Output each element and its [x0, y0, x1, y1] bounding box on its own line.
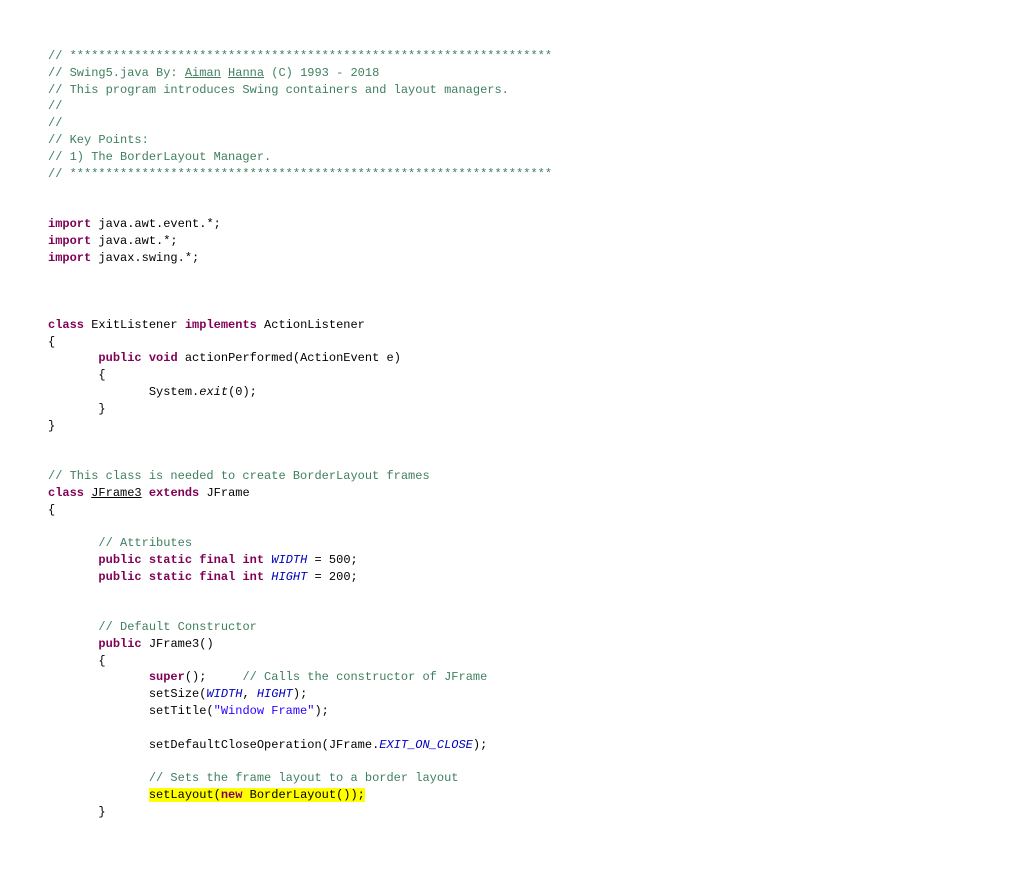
code: setTitle( — [149, 704, 214, 718]
brace: } — [98, 805, 105, 819]
brace: } — [48, 419, 55, 433]
keyword-static: static — [149, 553, 192, 567]
keyword-implements: implements — [185, 318, 257, 332]
code: (0); — [228, 385, 257, 399]
brace: { — [98, 654, 105, 668]
comment-line: // Key Points: — [48, 133, 149, 147]
constant: WIDTH — [271, 553, 307, 567]
code: setSize( — [149, 687, 207, 701]
string-literal: "Window Frame" — [214, 704, 315, 718]
keyword-static: static — [149, 570, 192, 584]
keyword-final: final — [199, 553, 235, 567]
keyword-import: import — [48, 234, 91, 248]
code: (); — [185, 670, 243, 684]
code: , — [242, 687, 256, 701]
comment-line: // Attributes — [98, 536, 192, 550]
code: ); — [293, 687, 307, 701]
comment-line: // Default Constructor — [98, 620, 256, 634]
super-class: JFrame — [199, 486, 249, 500]
keyword-import: import — [48, 217, 91, 231]
constant: HIGHT — [257, 687, 293, 701]
class-name: JFrame3 — [91, 486, 141, 500]
keyword-extends: extends — [149, 486, 199, 500]
code: System. — [149, 385, 199, 399]
keyword-public: public — [98, 553, 141, 567]
code: ); — [314, 704, 328, 718]
brace: { — [98, 368, 105, 382]
import-pkg: javax.swing.*; — [91, 251, 199, 265]
comment-line: // *************************************… — [48, 49, 552, 63]
keyword-final: final — [199, 570, 235, 584]
keyword-public: public — [98, 637, 141, 651]
keyword-public: public — [98, 570, 141, 584]
comment-line: // Sets the frame layout to a border lay… — [149, 771, 459, 785]
brace: { — [48, 335, 55, 349]
brace: { — [48, 503, 55, 517]
interface-name: ActionListener — [257, 318, 365, 332]
import-pkg: java.awt.event.*; — [91, 217, 221, 231]
highlighted-line: setLayout(new BorderLayout()); — [149, 788, 365, 802]
comment-line: // 1) The BorderLayout Manager. — [48, 150, 271, 164]
comment-line: // Swing5.java By: Aiman Hanna (C) 1993 … — [48, 66, 379, 80]
code: ); — [473, 738, 487, 752]
code-block: // *************************************… — [48, 48, 972, 821]
code: = 500; — [307, 553, 357, 567]
keyword-class: class — [48, 486, 84, 500]
comment-line: // This program introduces Swing contain… — [48, 83, 509, 97]
method-sig: actionPerformed(ActionEvent e) — [178, 351, 401, 365]
class-name: ExitListener — [84, 318, 185, 332]
code: setDefaultCloseOperation(JFrame. — [149, 738, 379, 752]
keyword-class: class — [48, 318, 84, 332]
comment-line: // Calls the constructor of JFrame — [242, 670, 487, 684]
keyword-int: int — [242, 553, 264, 567]
keyword-public: public — [98, 351, 141, 365]
keyword-int: int — [242, 570, 264, 584]
comment-line: // — [48, 99, 62, 113]
comment-line: // — [48, 116, 62, 130]
code: = 200; — [307, 570, 357, 584]
brace: } — [98, 402, 105, 416]
constructor: JFrame3() — [142, 637, 214, 651]
constant: WIDTH — [206, 687, 242, 701]
keyword-import: import — [48, 251, 91, 265]
keyword-super: super — [149, 670, 185, 684]
import-pkg: java.awt.*; — [91, 234, 177, 248]
keyword-void: void — [149, 351, 178, 365]
constant: HIGHT — [271, 570, 307, 584]
comment-line: // This class is needed to create Border… — [48, 469, 430, 483]
comment-line: // *************************************… — [48, 167, 552, 181]
static-call: exit — [199, 385, 228, 399]
constant: EXIT_ON_CLOSE — [379, 738, 473, 752]
